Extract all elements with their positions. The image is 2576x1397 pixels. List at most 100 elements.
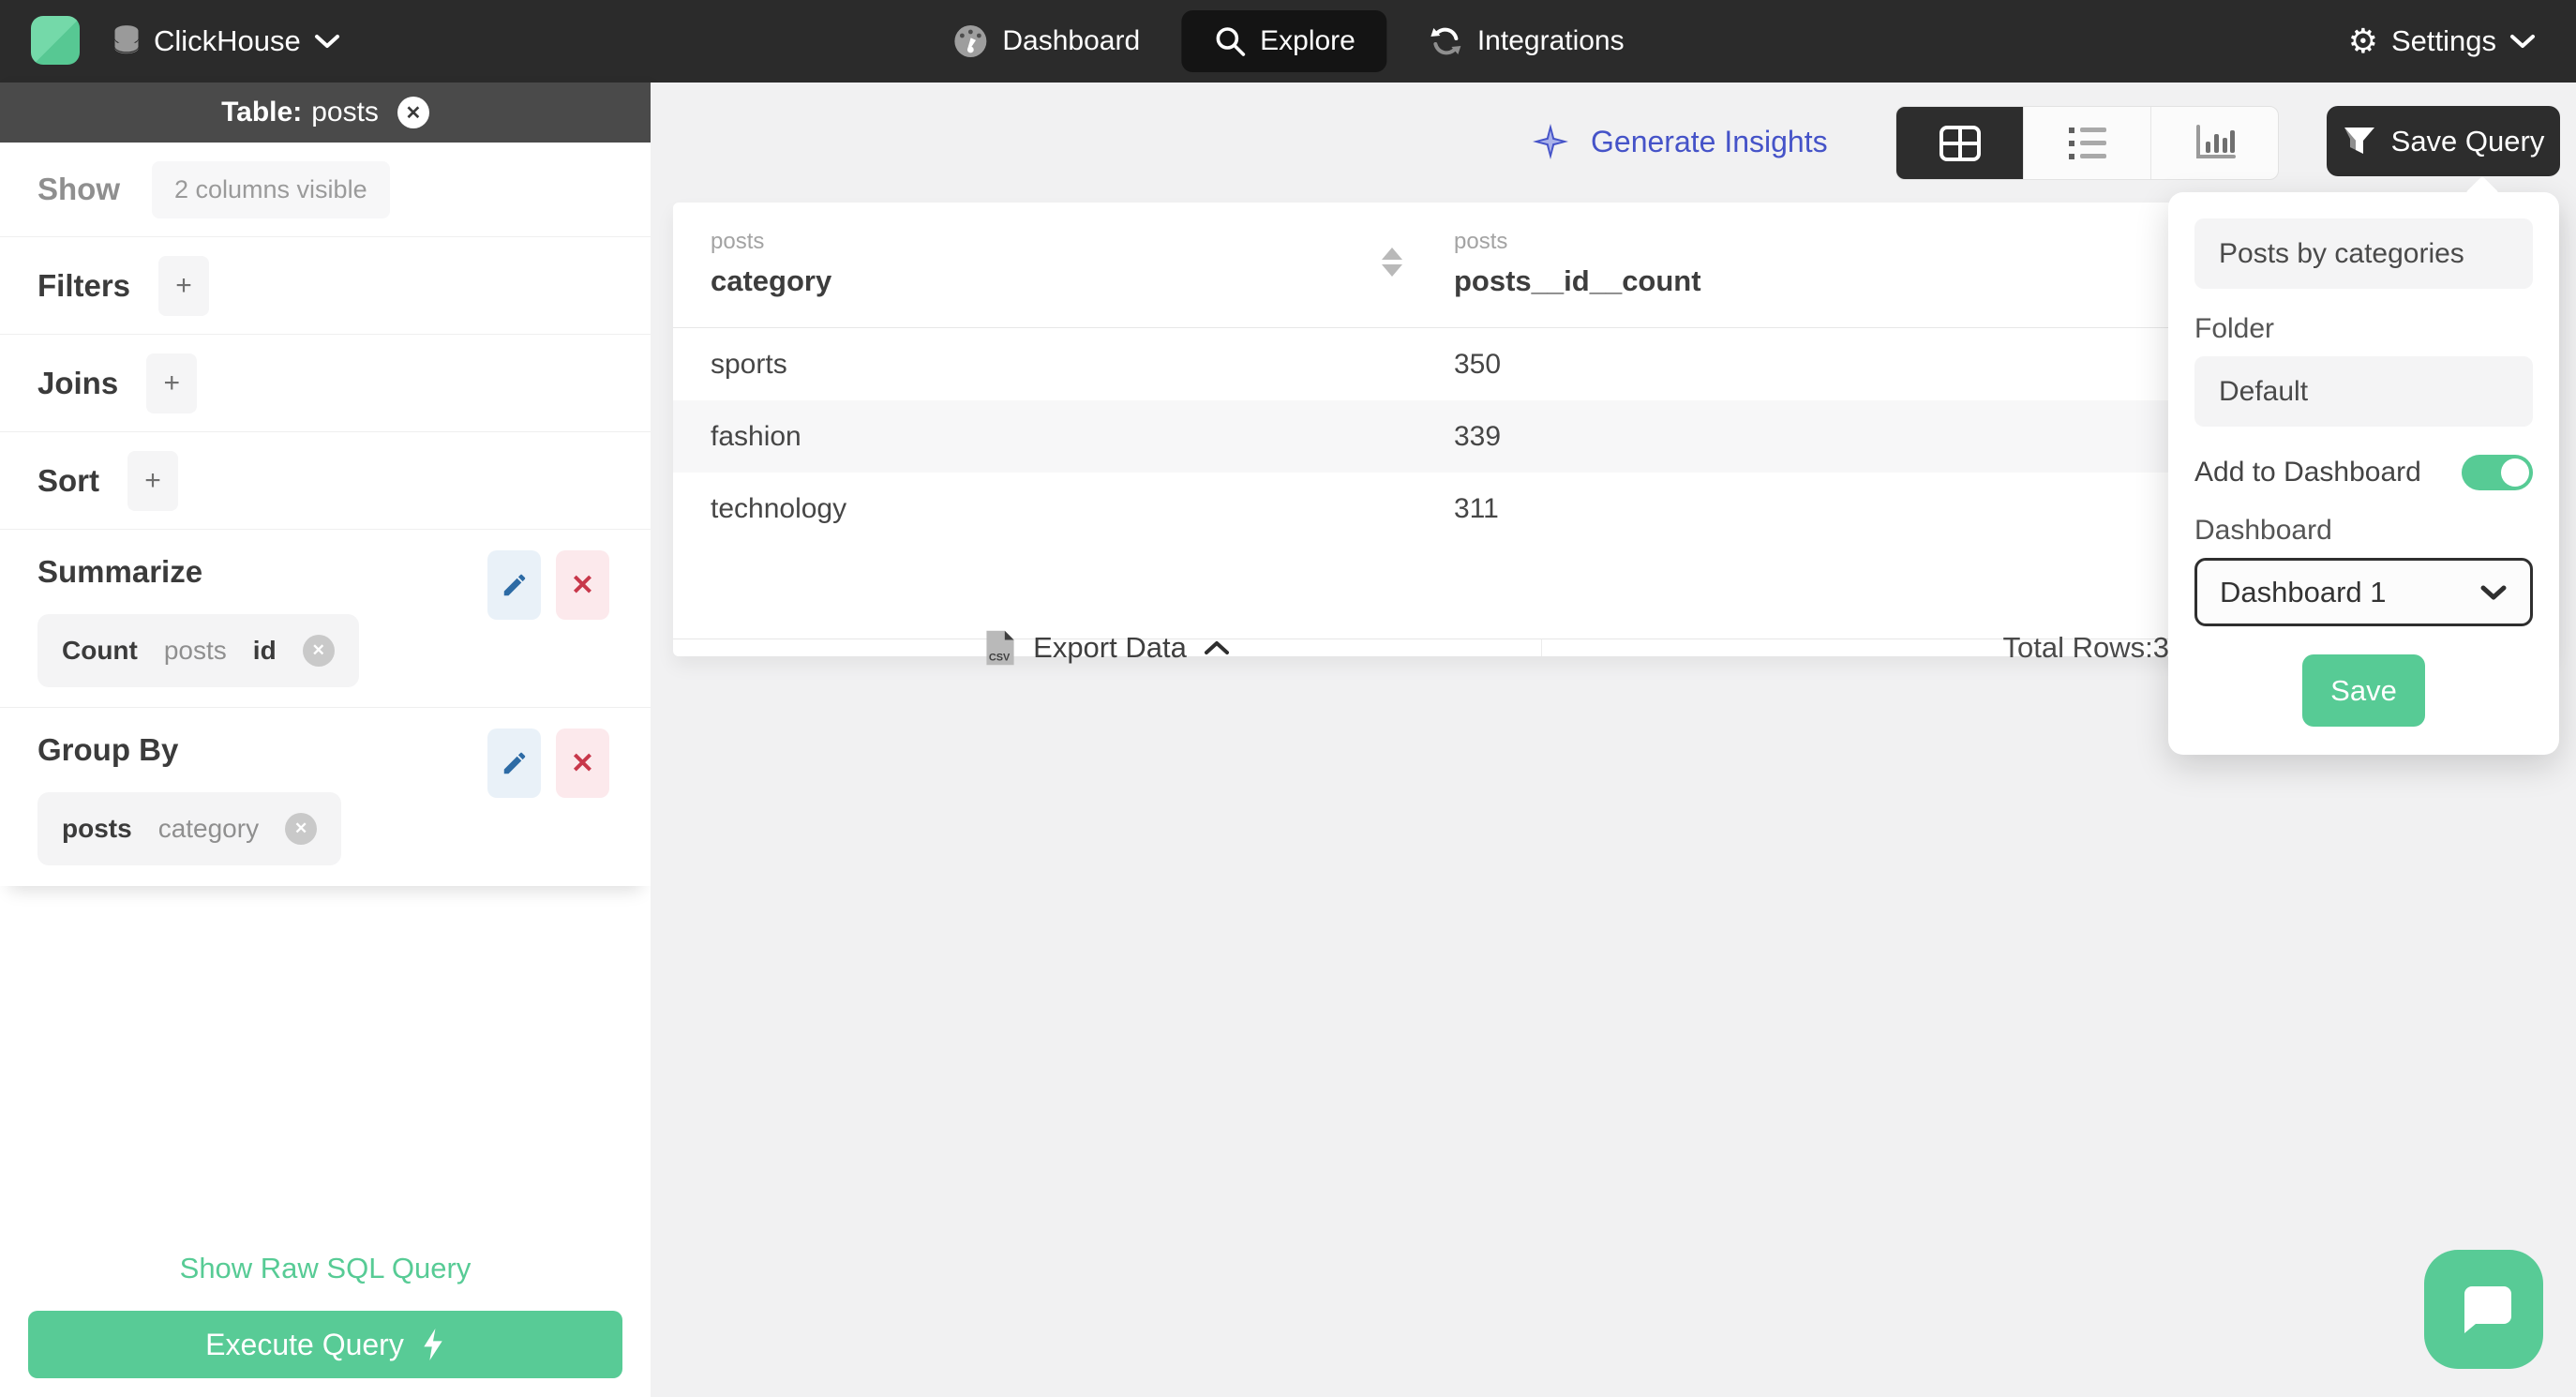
sort-label: Sort — [37, 462, 99, 498]
database-icon — [114, 25, 139, 54]
svg-text:CSV: CSV — [989, 652, 1011, 663]
main-content: Generate Insights Save Query posts categ… — [651, 83, 2576, 1397]
group-by-column: category — [157, 814, 260, 843]
summarize-section: Summarize ✕ Count posts id ✕ — [0, 530, 651, 708]
joins-section: Joins + — [0, 335, 651, 432]
summarize-actions: ✕ — [487, 550, 609, 620]
table-view-icon — [1939, 125, 1981, 161]
cell-category: sports — [711, 348, 787, 380]
total-rows-value: 3 — [2152, 631, 2169, 664]
top-navigation-bar: ClickHouse Dashboard Explore Integration… — [0, 0, 2576, 83]
add-filter-button[interactable]: + — [158, 255, 210, 316]
execute-query-button[interactable]: Execute Query — [28, 1311, 622, 1378]
group-by-actions: ✕ — [487, 729, 609, 798]
sync-icon — [1430, 27, 1461, 55]
remove-group-by-chip-button[interactable]: ✕ — [285, 813, 318, 845]
nav-dashboard-label: Dashboard — [1002, 25, 1141, 56]
chevron-down-icon — [2480, 585, 2507, 599]
chevron-down-icon — [314, 35, 339, 48]
funnel-icon — [2344, 127, 2374, 154]
group-by-chip: posts category ✕ — [37, 792, 342, 865]
summarize-column: id — [252, 636, 277, 665]
sort-desc-icon — [1382, 264, 1402, 277]
folder-input[interactable] — [2194, 356, 2533, 427]
table-label: Table: — [221, 97, 303, 128]
settings-label: Settings — [2390, 24, 2496, 57]
sort-asc-icon — [1382, 248, 1402, 260]
group-by-section: Group By ✕ posts category ✕ — [0, 708, 651, 886]
group-by-label: Group By — [37, 732, 179, 767]
settings-menu[interactable]: ⚙ Settings — [2348, 0, 2536, 83]
gauge-icon — [954, 25, 987, 57]
view-list-button[interactable] — [2024, 107, 2151, 179]
add-sort-button[interactable]: + — [127, 450, 178, 511]
query-builder-sections: Show 2 columns visible Filters + Joins +… — [0, 143, 651, 886]
nav-explore-label: Explore — [1260, 25, 1355, 56]
dashboard-select[interactable]: Dashboard 1 — [2194, 558, 2533, 626]
column-group-label: posts — [711, 229, 765, 254]
show-label: Show — [37, 172, 120, 206]
main-nav: Dashboard Explore Integrations — [935, 0, 1640, 83]
folder-label: Folder — [2194, 313, 2275, 344]
query-name-input[interactable] — [2194, 218, 2533, 289]
datasource-label: ClickHouse — [154, 24, 301, 57]
generate-insights-button[interactable]: Generate Insights — [1531, 122, 1828, 161]
toggle-knob — [2501, 458, 2529, 487]
cell-category: fashion — [711, 420, 801, 452]
remove-group-by-button[interactable]: ✕ — [556, 729, 609, 798]
search-icon — [1216, 27, 1245, 56]
csv-file-icon: CSV — [986, 630, 1014, 666]
columns-visible-chip[interactable]: 2 columns visible — [152, 160, 390, 218]
edit-group-by-button[interactable] — [487, 729, 541, 798]
total-rows-label: Total Rows: — [2002, 631, 2153, 664]
column-header-category[interactable]: posts category — [673, 203, 1416, 327]
lightning-icon — [424, 1329, 442, 1360]
list-view-icon — [2068, 127, 2106, 159]
sparkle-icon — [1533, 124, 1568, 159]
dashboard-select-value: Dashboard 1 — [2220, 575, 2387, 608]
sort-toggle-icon[interactable] — [1382, 248, 1402, 277]
datasource-selector[interactable]: ClickHouse — [112, 0, 340, 83]
chevron-up-icon — [1204, 641, 1229, 654]
selected-table-header: Table: posts ✕ — [0, 83, 651, 143]
save-query-popover: Folder Add to Dashboard Dashboard Dashbo… — [2168, 175, 2559, 755]
export-data-button[interactable]: CSV Export Data — [673, 630, 1542, 666]
summarize-table: posts — [163, 636, 227, 665]
generate-insights-label: Generate Insights — [1591, 124, 1828, 158]
pencil-icon — [503, 574, 525, 596]
summarize-agg: Count — [62, 636, 138, 665]
filters-section: Filters + — [0, 237, 651, 335]
nav-dashboard[interactable]: Dashboard — [935, 10, 1157, 72]
remove-table-button[interactable]: ✕ — [397, 97, 429, 128]
popover-save-button[interactable]: Save — [2302, 654, 2425, 727]
joins-label: Joins — [37, 365, 119, 400]
show-raw-sql-link[interactable]: Show Raw SQL Query — [0, 1252, 651, 1285]
remove-summarize-button[interactable]: ✕ — [556, 550, 609, 620]
pencil-icon — [503, 752, 525, 774]
sort-section: Sort + — [0, 432, 651, 530]
save-query-label: Save Query — [2390, 124, 2545, 158]
nav-explore[interactable]: Explore — [1181, 10, 1387, 72]
add-to-dashboard-toggle[interactable] — [2462, 455, 2533, 490]
execute-query-label: Execute Query — [205, 1327, 404, 1361]
chart-view-icon — [2195, 124, 2236, 158]
edit-summarize-button[interactable] — [487, 550, 541, 620]
popover-caret — [2464, 175, 2500, 211]
column-name-label: category — [711, 264, 832, 297]
chat-widget-button[interactable] — [2424, 1250, 2543, 1369]
view-chart-button[interactable] — [2151, 107, 2278, 179]
chevron-down-icon — [2510, 35, 2535, 48]
nav-integrations[interactable]: Integrations — [1412, 10, 1641, 72]
filters-label: Filters — [37, 267, 131, 303]
add-join-button[interactable]: + — [146, 353, 198, 413]
remove-summarize-chip-button[interactable]: ✕ — [302, 635, 335, 667]
nav-integrations-label: Integrations — [1476, 25, 1625, 56]
save-query-button[interactable]: Save Query — [2327, 106, 2560, 176]
summarize-label: Summarize — [37, 554, 203, 589]
add-to-dashboard-row: Add to Dashboard — [2194, 455, 2533, 490]
cell-category: technology — [711, 492, 847, 524]
view-table-button[interactable] — [1896, 107, 2024, 179]
add-to-dashboard-label: Add to Dashboard — [2194, 457, 2421, 488]
group-by-table: posts — [62, 814, 132, 843]
dashboard-label: Dashboard — [2194, 515, 2332, 546]
